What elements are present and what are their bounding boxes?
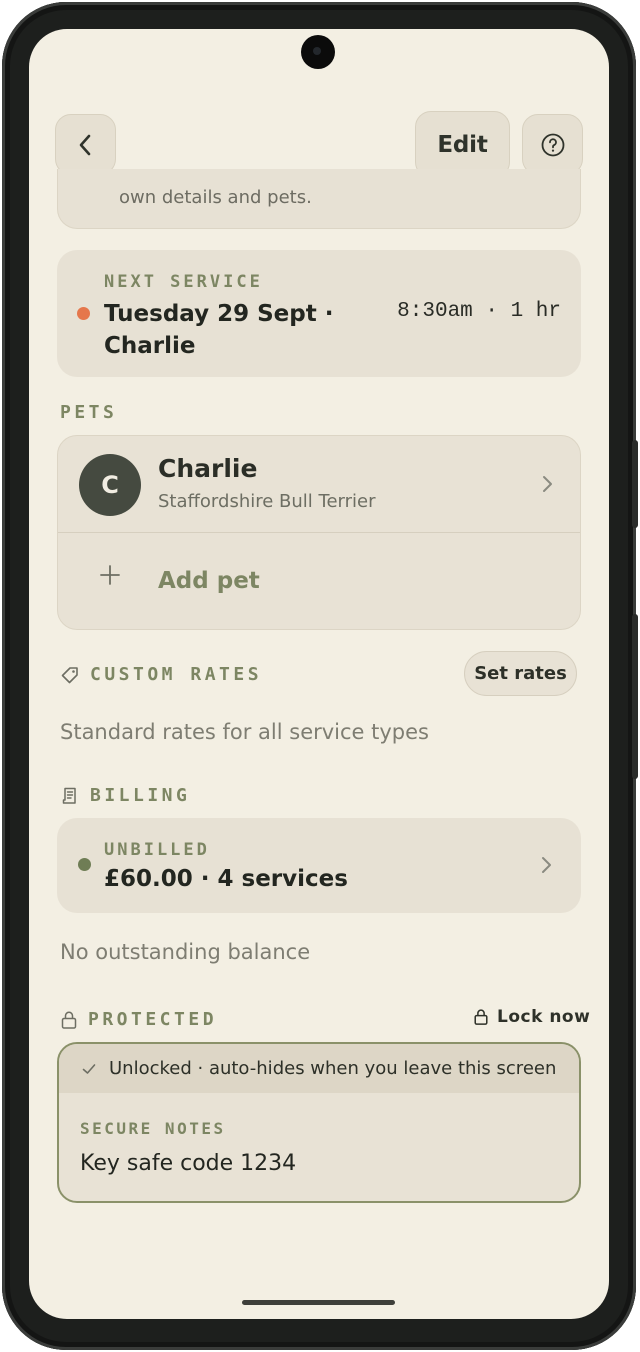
edit-button[interactable]: Edit bbox=[415, 111, 510, 178]
pet-avatar: C bbox=[79, 454, 141, 516]
unbilled-status-dot bbox=[78, 858, 91, 871]
pets-label-text: PETS bbox=[60, 402, 118, 423]
unbilled-card[interactable]: UNBILLED £60.00 · 4 services bbox=[57, 818, 581, 913]
pets-card: C Charlie Staffordshire Bull Terrier Add… bbox=[57, 435, 581, 630]
balance-text: No outstanding balance bbox=[60, 940, 311, 964]
next-service-when: Tuesday 29 Sept · Charlie bbox=[104, 298, 344, 362]
next-service-card[interactable]: NEXT SERVICE Tuesday 29 Sept · Charlie 8… bbox=[57, 250, 581, 377]
pet-breed: Staffordshire Bull Terrier bbox=[158, 491, 376, 512]
billing-section-label: BILLING bbox=[60, 785, 190, 806]
unbilled-amount: £60.00 · 4 services bbox=[104, 866, 348, 892]
lock-now-label: Lock now bbox=[497, 1007, 591, 1027]
pet-row-charlie[interactable]: C Charlie Staffordshire Bull Terrier bbox=[58, 436, 580, 533]
tag-icon bbox=[61, 666, 78, 683]
billing-label-text: BILLING bbox=[90, 785, 191, 806]
client-info-card: own details and pets. bbox=[57, 169, 581, 229]
lock-icon bbox=[474, 1009, 488, 1025]
add-pet-label: Add pet bbox=[158, 568, 260, 594]
protected-section-label: PROTECTED bbox=[60, 1009, 217, 1030]
help-button[interactable] bbox=[522, 114, 583, 175]
pets-section-label: PETS bbox=[60, 402, 117, 423]
home-indicator[interactable] bbox=[242, 1300, 395, 1305]
protected-label-text: PROTECTED bbox=[88, 1009, 218, 1030]
unbilled-eyebrow: UNBILLED bbox=[104, 840, 210, 860]
unlocked-banner-text: Unlocked · auto-hides when you leave thi… bbox=[109, 1058, 557, 1079]
lock-now-button[interactable]: Lock now bbox=[473, 1007, 590, 1027]
custom-rates-section-label: CUSTOM RATES bbox=[60, 664, 262, 685]
next-service-date: Tuesday 29 Sept · bbox=[104, 301, 334, 327]
secure-notes-value: Key safe code 1234 bbox=[80, 1151, 297, 1176]
check-icon bbox=[82, 1063, 96, 1074]
front-camera bbox=[301, 35, 335, 69]
add-pet-button[interactable]: Add pet bbox=[58, 533, 580, 631]
volume-button bbox=[632, 440, 638, 528]
secure-notes-card: Unlocked · auto-hides when you leave thi… bbox=[57, 1042, 581, 1203]
phone-frame: Edit own details and pets. NEXT SERVICE … bbox=[2, 2, 638, 1350]
service-status-dot bbox=[77, 307, 90, 320]
client-info-text: own details and pets. bbox=[119, 187, 312, 208]
back-button[interactable] bbox=[55, 114, 116, 175]
next-service-pet: Charlie bbox=[104, 333, 196, 359]
next-service-time: 8:30am · 1 hr bbox=[397, 300, 561, 323]
chevron-right-icon bbox=[543, 476, 552, 492]
plus-icon bbox=[100, 565, 120, 585]
app-screen: Edit own details and pets. NEXT SERVICE … bbox=[29, 29, 609, 1319]
chevron-left-icon bbox=[79, 134, 90, 155]
receipt-icon bbox=[62, 787, 76, 804]
unlocked-banner: Unlocked · auto-hides when you leave thi… bbox=[59, 1044, 579, 1093]
custom-rates-label-text: CUSTOM RATES bbox=[90, 664, 263, 685]
chevron-right-icon bbox=[542, 857, 551, 873]
question-circle-icon bbox=[541, 133, 564, 156]
next-service-eyebrow: NEXT SERVICE bbox=[104, 272, 263, 292]
power-button bbox=[632, 614, 638, 779]
lock-icon bbox=[61, 1011, 77, 1029]
set-rates-button[interactable]: Set rates bbox=[464, 651, 577, 696]
custom-rates-description: Standard rates for all service types bbox=[60, 720, 429, 744]
pet-name: Charlie bbox=[158, 454, 258, 483]
secure-notes-label: SECURE NOTES bbox=[80, 1119, 226, 1138]
